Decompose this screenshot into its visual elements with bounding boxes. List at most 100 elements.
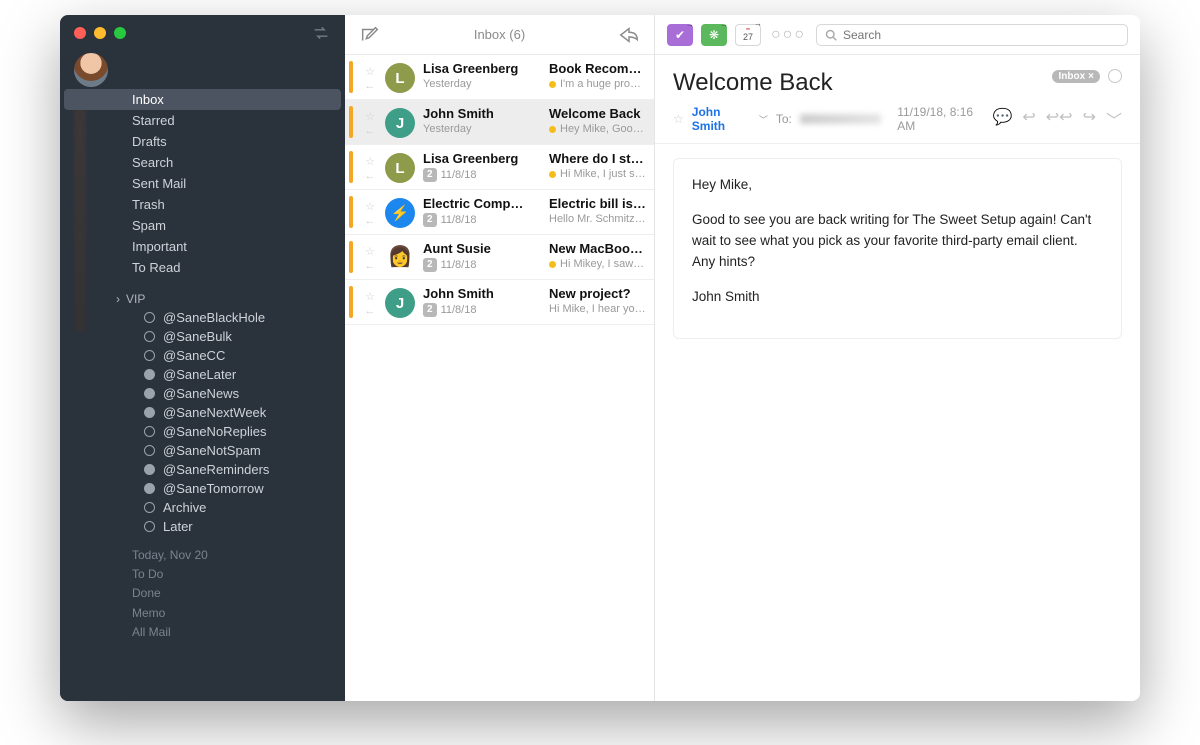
sane-folder[interactable]: @SaneNextWeek [60,403,345,422]
evernote-icon[interactable]: ❋→ [701,24,727,46]
vip-header[interactable]: VIP [60,278,345,308]
message-row[interactable]: ⚡Electric Comp…211/8/18Electric bill is…… [345,190,654,235]
to-label: To: [776,112,792,126]
star-icon[interactable] [365,110,375,123]
footer-item[interactable]: Today, Nov 20 [132,546,335,565]
reply-indicator-icon [365,80,376,92]
search-field[interactable] [816,24,1128,46]
message-subject: Welcome Back [673,69,833,97]
star-icon[interactable]: ☆ [673,112,684,126]
sane-folder[interactable]: @SaneLater [60,365,345,384]
zoom-window-button[interactable] [114,27,126,39]
star-icon[interactable] [365,200,375,213]
sane-folder[interactable]: @SaneBulk [60,327,345,346]
star-icon[interactable] [365,155,375,168]
sane-folder[interactable]: @SaneCC [60,346,345,365]
message-meta: ☆ John Smith ﹀ To: 11/19/18, 8:16 AM 💬 ↩… [655,103,1140,144]
body-paragraph: Good to see you are back writing for The… [692,210,1103,273]
sidebar-folder-inbox[interactable]: Inbox [64,89,341,110]
sane-folder[interactable]: Archive [60,498,345,517]
sidebar-folder-search[interactable]: Search [60,152,345,173]
chevron-down-icon[interactable]: ﹀ [1106,107,1122,131]
minimize-window-button[interactable] [94,27,106,39]
unread-indicator [349,151,353,183]
status-dot [549,171,556,178]
reader-toolbar: ✔→ ❋→ ━27→ ○○○ [655,15,1140,55]
sender-avatar: J [385,288,415,318]
sender-name: Aunt Susie [423,241,543,256]
sender-avatar: L [385,153,415,183]
reply-icon[interactable] [618,24,640,46]
sync-icon[interactable] [311,25,331,41]
message-date: Yesterday [423,78,472,90]
message-preview: Hey Mike, Good to… [549,123,646,135]
message-row[interactable]: Aunt Susie211/8/18New MacBoo…Hi Mikey, I… [345,235,654,280]
message-date: 11/8/18 [441,214,477,226]
chat-icon[interactable]: 💬 [992,107,1012,131]
reply-single-icon[interactable]: ↩ [1022,107,1035,131]
message-row[interactable]: JJohn SmithYesterdayWelcome BackHey Mike… [345,100,654,145]
more-actions-icon[interactable]: ○○○ [769,26,808,44]
close-window-button[interactable] [74,27,86,39]
sidebar-folder-important[interactable]: Important [60,236,345,257]
sane-folder[interactable]: @SaneBlackHole [60,308,345,327]
footer-item[interactable]: Memo [132,604,335,623]
calendar-icon[interactable]: ━27→ [735,24,761,46]
sane-folder[interactable]: @SaneNews [60,384,345,403]
footer-item[interactable]: To Do [132,565,335,584]
sender-avatar: L [385,63,415,93]
sender-name[interactable]: John Smith [692,105,751,133]
chevron-down-icon[interactable]: ﹀ [759,113,768,126]
sidebar-folder-starred[interactable]: Starred [60,110,345,131]
sane-folder[interactable]: @SaneTomorrow [60,479,345,498]
account-avatar[interactable] [74,53,108,87]
sane-folder[interactable]: @SaneNoReplies [60,422,345,441]
unread-indicator [349,61,353,93]
search-input[interactable] [843,28,1119,42]
sidebar-folder-drafts[interactable]: Drafts [60,131,345,152]
footer-item[interactable]: Done [132,584,335,603]
row-gutter [363,61,377,92]
recipient-redacted [800,114,881,124]
sidebar-folder-spam[interactable]: Spam [60,215,345,236]
message-subject: Welcome Back [549,106,646,121]
compose-icon[interactable] [359,24,381,46]
star-icon[interactable] [365,245,375,258]
message-row[interactable]: LLisa GreenbergYesterdayBook Recomme…I'm… [345,55,654,100]
message-preview: I'm a huge producti… [549,78,646,90]
sane-folder[interactable]: Later [60,517,345,536]
unread-indicator [349,286,353,318]
message-subject: New MacBoo… [549,241,646,256]
color-label-ring[interactable] [1108,69,1122,83]
star-icon[interactable] [365,290,375,303]
sidebar-footer: Today, Nov 20To DoDoneMemoAll Mail [60,536,345,652]
star-icon[interactable] [365,65,375,78]
forward-icon[interactable]: ↪ [1083,107,1096,131]
message-meta: 211/8/18 [423,168,543,182]
reply-indicator-icon [365,125,376,137]
reader-pane: ✔→ ❋→ ━27→ ○○○ Welcome Back Inbox× ☆ Joh… [655,15,1140,701]
footer-item[interactable]: All Mail [132,623,335,642]
omnifocus-icon[interactable]: ✔→ [667,24,693,46]
unread-indicator [349,106,353,138]
message-date: 11/8/18 [441,169,477,181]
message-row[interactable]: JJohn Smith211/8/18New project?Hi Mike, … [345,280,654,325]
reply-indicator-icon [365,260,376,272]
unread-indicator [349,196,353,228]
sane-folder[interactable]: @SaneNotSpam [60,441,345,460]
message-meta: 211/8/18 [423,303,543,317]
search-icon [825,29,837,41]
sane-folder[interactable]: @SaneReminders [60,460,345,479]
row-gutter [363,241,377,272]
message-subject: Book Recomme… [549,61,646,76]
folder-tag[interactable]: Inbox× [1052,70,1100,83]
message-body: Hey Mike,Good to see you are back writin… [673,158,1122,339]
row-gutter [363,106,377,137]
reply-all-icon[interactable]: ↩↩ [1046,107,1073,131]
message-row[interactable]: LLisa Greenberg211/8/18Where do I sta…Hi… [345,145,654,190]
sidebar-folder-trash[interactable]: Trash [60,194,345,215]
sidebar-folder-sent-mail[interactable]: Sent Mail [60,173,345,194]
sidebar-folder-to-read[interactable]: To Read [60,257,345,278]
sender-name: Electric Comp… [423,196,543,211]
reply-indicator-icon [365,170,376,182]
